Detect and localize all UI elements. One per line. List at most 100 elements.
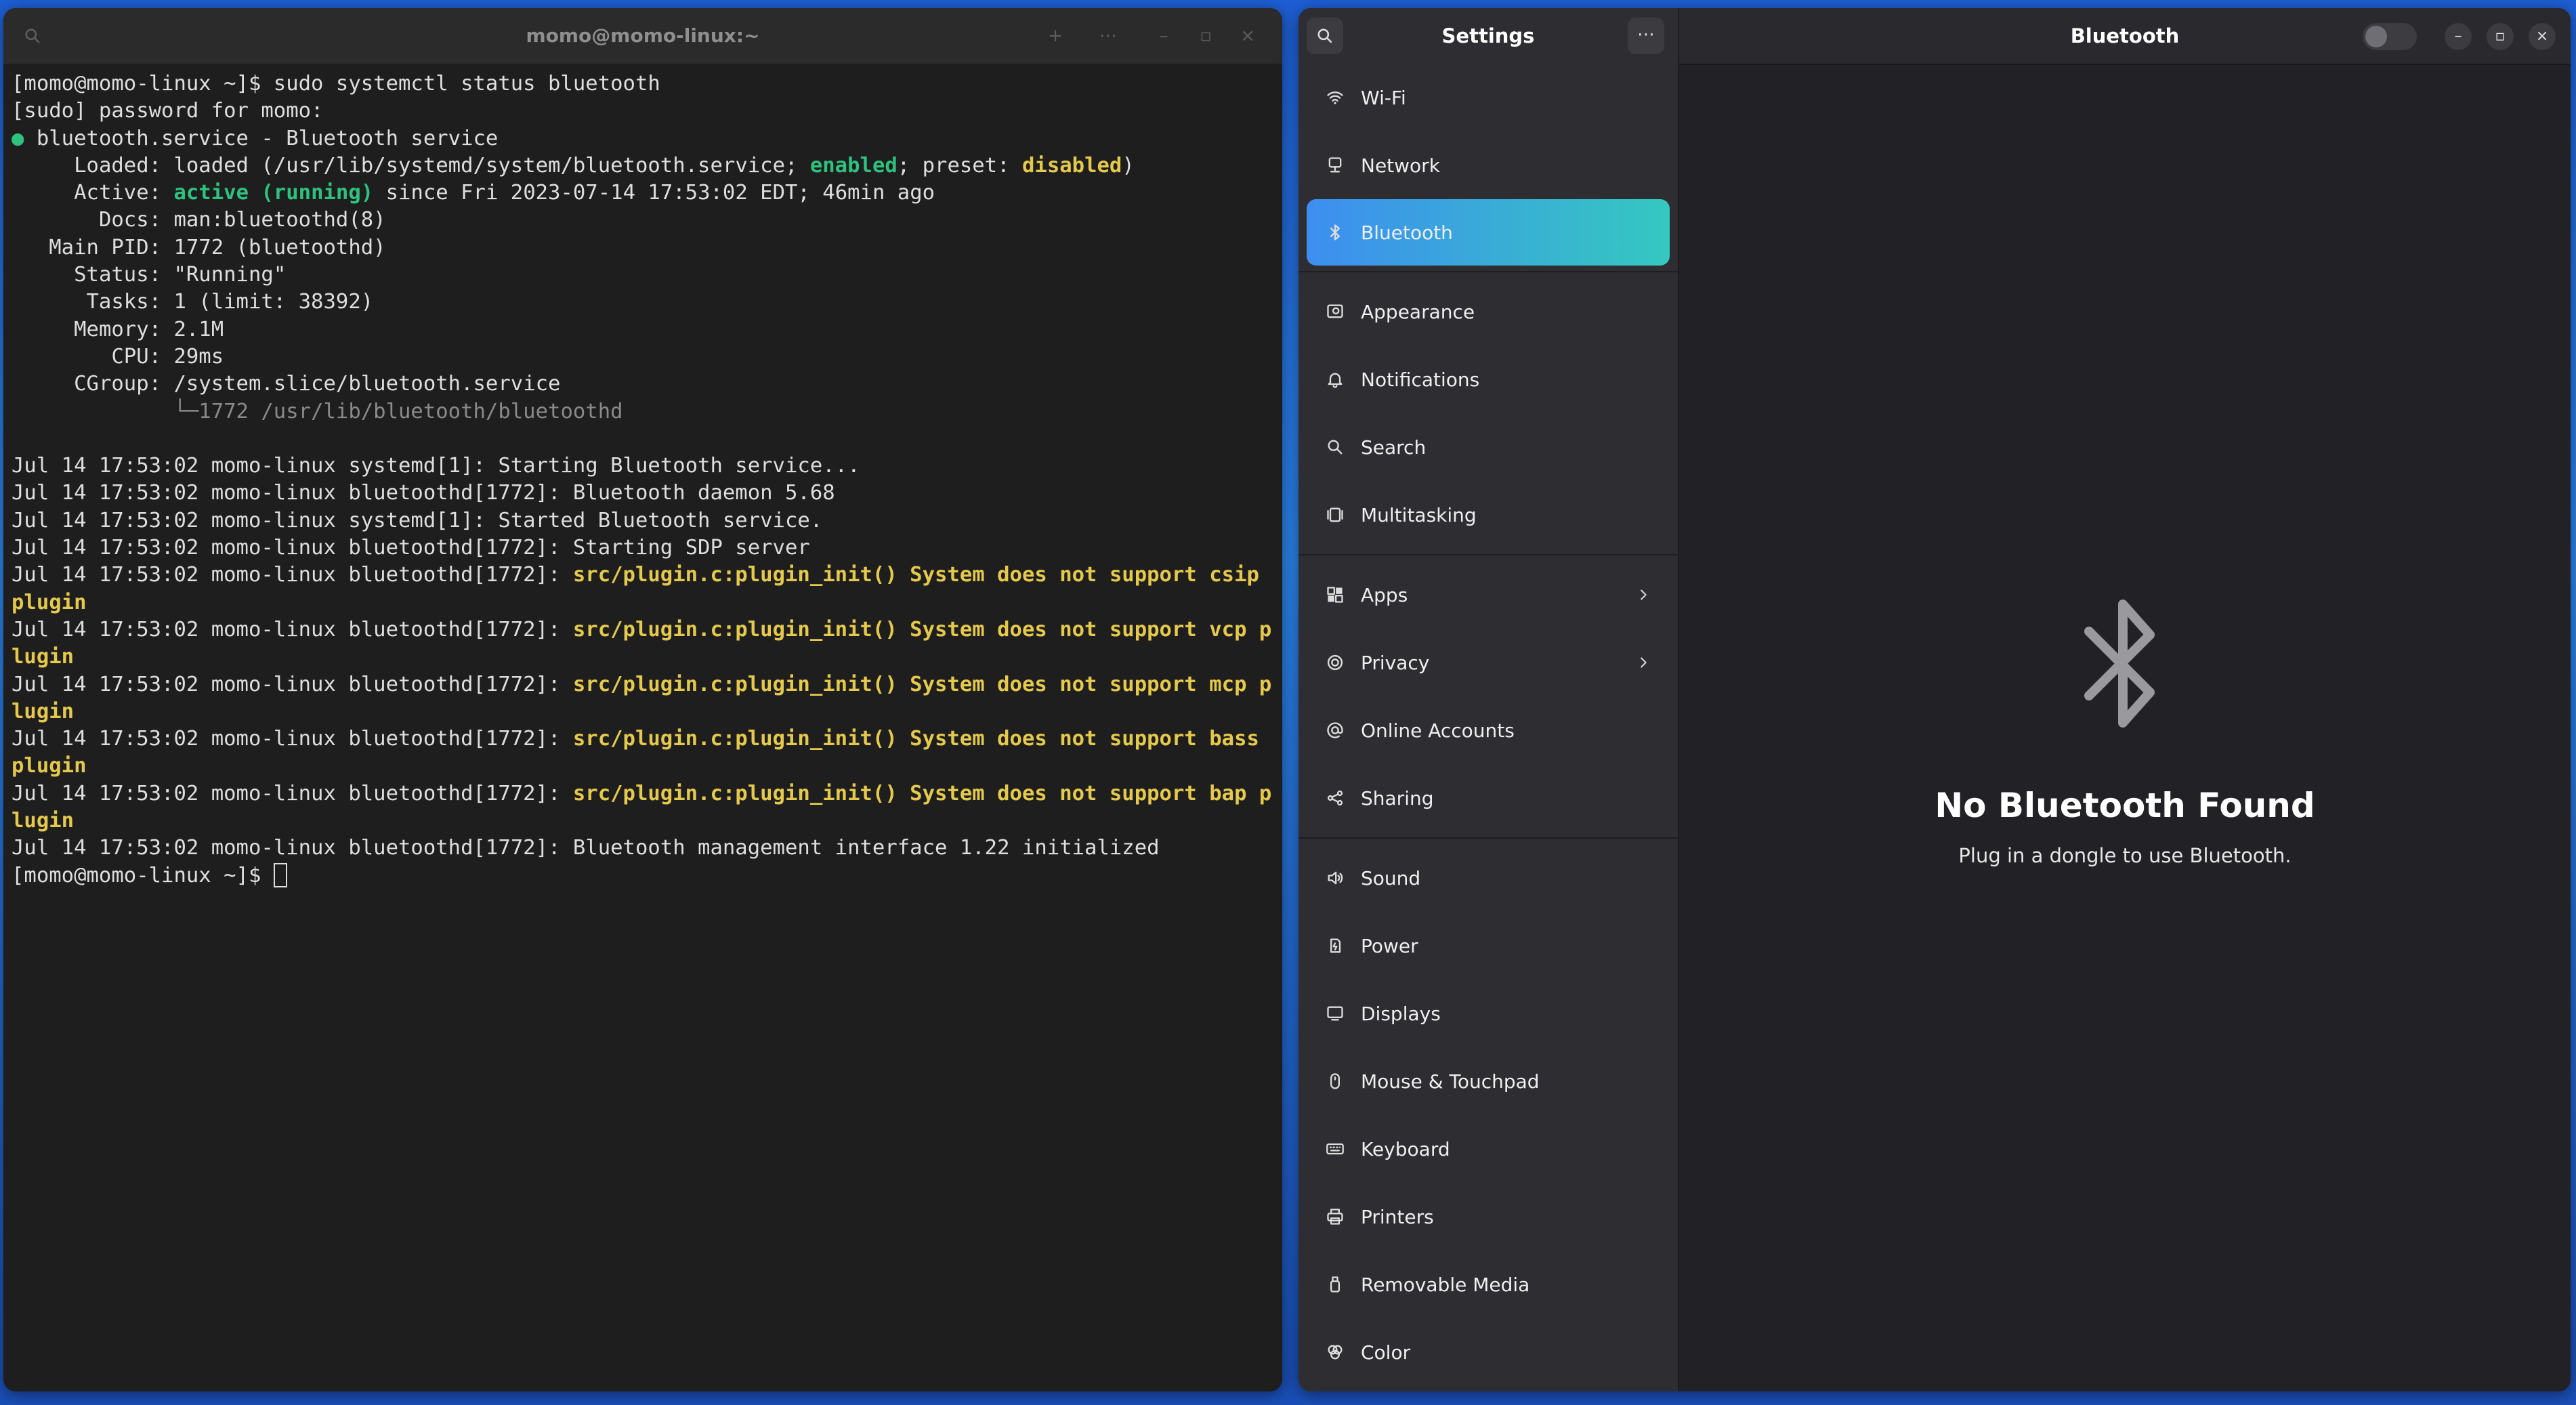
terminal-output[interactable]: [momo@momo-linux ~]$ sudo systemctl stat… (3, 64, 1282, 889)
terminal-line: Jul 14 17:53:02 momo-linux bluetoothd[17… (12, 562, 1274, 616)
sidebar-item-privacy[interactable]: Privacy (1307, 629, 1670, 696)
terminal-line: [momo@momo-linux ~]$ sudo systemctl stat… (12, 70, 1274, 98)
settings-maximize-button[interactable]: ▫ (2487, 23, 2514, 50)
new-tab-button[interactable]: + (1040, 20, 1071, 51)
terminal-text: since Fri 2023-07-14 17:53:02 EDT; 46min… (373, 181, 935, 205)
sidebar-item-mouse-touchpad[interactable]: Mouse & Touchpad (1307, 1047, 1670, 1115)
empty-state-subtitle: Plug in a dongle to use Bluetooth. (1958, 844, 2292, 867)
network-icon (1324, 154, 1346, 176)
keyboard-icon (1324, 1138, 1346, 1160)
sidebar-item-color[interactable]: Color (1307, 1318, 1670, 1386)
sidebar-item-search[interactable]: Search (1307, 413, 1670, 481)
sidebar-list: Wi-Fi Network Bluetooth Appearance Notificat… (1298, 64, 1678, 1386)
more-icon: ⋯ (1099, 26, 1117, 46)
power-icon (1324, 935, 1346, 957)
plus-icon: + (1048, 26, 1063, 46)
sidebar-item-wi-fi[interactable]: Wi-Fi (1307, 64, 1670, 131)
terminal-line: [momo@momo-linux ~]$ (12, 862, 1274, 889)
share-icon (1324, 787, 1346, 809)
sidebar-item-notifications[interactable]: Notifications (1307, 345, 1670, 413)
terminal-line: Active: active (running) since Fri 2023-… (12, 180, 1274, 207)
terminal-line: Main PID: 1772 (bluetoothd) (12, 234, 1274, 261)
terminal-text: Jul 14 17:53:02 momo-linux bluetoothd[17… (12, 836, 1160, 860)
sidebar-item-multitasking[interactable]: Multitasking (1307, 481, 1670, 549)
at-icon (1324, 719, 1346, 741)
sidebar-item-bluetooth[interactable]: Bluetooth (1307, 199, 1670, 266)
terminal-text: ; preset: (897, 153, 1022, 177)
terminal-line: Jul 14 17:53:02 momo-linux bluetoothd[17… (12, 671, 1274, 726)
sidebar-item-label: Bluetooth (1361, 221, 1453, 244)
display-icon (1324, 1003, 1346, 1024)
terminal-text: ● (12, 126, 37, 150)
sidebar-item-sharing[interactable]: Sharing (1307, 764, 1670, 832)
sidebar-item-printers[interactable]: Printers (1307, 1183, 1670, 1251)
terminal-line: Jul 14 17:53:02 momo-linux bluetoothd[17… (12, 835, 1274, 862)
wifi-icon (1324, 87, 1346, 108)
sidebar-item-apps[interactable]: Apps (1307, 561, 1670, 629)
terminal-line: Jul 14 17:53:02 momo-linux bluetoothd[17… (12, 616, 1274, 671)
chevron-right-icon (1636, 652, 1651, 675)
settings-minimize-button[interactable]: – (2445, 23, 2472, 50)
speaker-icon (1324, 867, 1346, 889)
sidebar-item-label: Displays (1361, 1002, 1441, 1025)
sidebar-item-online-accounts[interactable]: Online Accounts (1307, 696, 1670, 764)
multitasking-icon (1324, 504, 1346, 526)
terminal-close-button[interactable]: × (1232, 20, 1263, 51)
terminal-maximize-button[interactable]: ▫ (1190, 20, 1221, 51)
terminal-text: Tasks: 1 (limit: 38392) (12, 290, 374, 314)
terminal-line: Tasks: 1 (limit: 38392) (12, 289, 1274, 316)
chevron-right-icon (1636, 584, 1651, 608)
sidebar-item-power[interactable]: Power (1307, 912, 1670, 980)
terminal-line: Status: "Running" (12, 261, 1274, 289)
terminal-minimize-button[interactable]: – (1148, 20, 1179, 51)
sidebar-item-label: Sound (1361, 866, 1421, 889)
terminal-text: Jul 14 17:53:02 momo-linux bluetoothd[17… (12, 727, 573, 751)
panel-headerbar: Bluetooth – ▫ × (1679, 8, 2571, 65)
settings-menu-button[interactable]: ⋯ (1628, 18, 1664, 54)
printer-icon (1324, 1206, 1346, 1228)
sidebar-item-network[interactable]: Network (1307, 131, 1670, 199)
sidebar-item-label: Search (1361, 436, 1427, 459)
bluetooth-toggle[interactable] (2363, 23, 2417, 50)
settings-close-button[interactable]: × (2529, 23, 2556, 50)
bell-icon (1324, 369, 1346, 390)
more-icon: ⋯ (1637, 24, 1655, 45)
terminal-menu-button[interactable]: ⋯ (1093, 20, 1124, 51)
panel-title: Bluetooth (2070, 24, 2180, 47)
terminal-line: Jul 14 17:53:02 momo-linux systemd[1]: S… (12, 507, 1274, 534)
apps-icon (1324, 584, 1346, 606)
sidebar-item-keyboard[interactable]: Keyboard (1307, 1115, 1670, 1183)
terminal-text: CPU: 29ms (12, 344, 224, 369)
sidebar-item-label: Appearance (1361, 300, 1475, 323)
sidebar-item-sound[interactable]: Sound (1307, 844, 1670, 912)
maximize-icon: ▫ (2495, 28, 2506, 45)
sidebar-item-removable-media[interactable]: Removable Media (1307, 1251, 1670, 1318)
sidebar-item-appearance[interactable]: Appearance (1307, 278, 1670, 345)
terminal-window[interactable]: momo@momo-linux:~ + ⋯ – ▫ × [momo@momo-l… (3, 8, 1282, 1391)
terminal-line: Jul 14 17:53:02 momo-linux bluetoothd[17… (12, 480, 1274, 507)
sidebar-item-label: Sharing (1361, 787, 1434, 810)
terminal-cursor (273, 862, 287, 887)
terminal-text: Jul 14 17:53:02 momo-linux bluetoothd[17… (12, 617, 573, 642)
sidebar-item-label: Color (1361, 1341, 1411, 1364)
sidebar-item-displays[interactable]: Displays (1307, 980, 1670, 1047)
terminal-headerbar: momo@momo-linux:~ + ⋯ – ▫ × (3, 8, 1282, 64)
sidebar-separator (1298, 271, 1678, 272)
settings-window: Settings ⋯ Wi-Fi Network Bluetooth Appearan… (1298, 8, 2571, 1391)
bluetooth-panel: Bluetooth – ▫ × No Bluetooth Found Plug … (1679, 8, 2571, 1391)
terminal-text: Status: "Running" (12, 263, 287, 287)
sidebar-title: Settings (1441, 24, 1535, 47)
sidebar-item-label: Apps (1361, 583, 1408, 606)
terminal-text: Jul 14 17:53:02 momo-linux bluetoothd[17… (12, 481, 835, 505)
minimize-icon: – (1159, 26, 1168, 46)
sidebar-item-label: Wi-Fi (1361, 86, 1406, 109)
sidebar-item-label: Printers (1361, 1205, 1434, 1228)
sidebar-item-label: Keyboard (1361, 1137, 1450, 1160)
appearance-icon (1324, 301, 1346, 322)
terminal-text: Main PID: 1772 (bluetoothd) (12, 235, 386, 259)
terminal-line: CPU: 29ms (12, 343, 1274, 371)
toggle-knob (2365, 26, 2387, 47)
terminal-line: Jul 14 17:53:02 momo-linux bluetoothd[17… (12, 534, 1274, 562)
terminal-text: Docs: man:bluetoothd(8) (12, 208, 386, 232)
sidebar-header: Settings ⋯ (1298, 8, 1678, 64)
